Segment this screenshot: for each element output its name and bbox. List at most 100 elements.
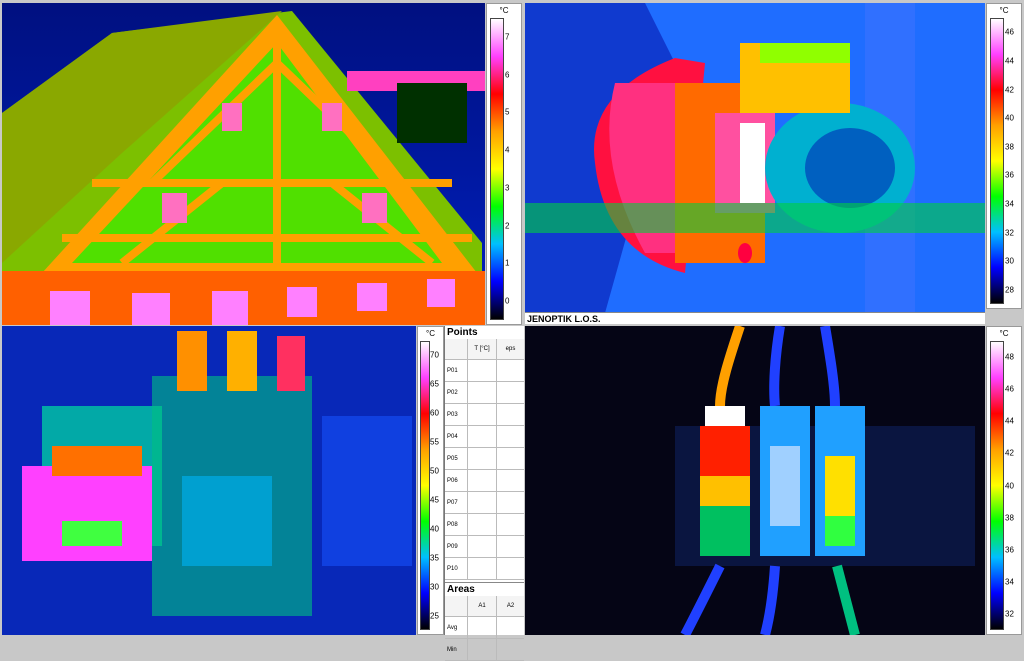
- table-row[interactable]: P07: [445, 492, 524, 514]
- row-label: P05: [445, 448, 468, 469]
- table-row[interactable]: Avg: [445, 617, 524, 639]
- temperature-scale-fuses: °C 48 46 44 42 40 38 36 34 32: [986, 326, 1022, 635]
- column-header: A1: [468, 596, 497, 616]
- value-cell: [497, 639, 524, 660]
- scale-tick-label: 28: [1005, 285, 1014, 295]
- scale-tick-label: 50: [430, 466, 439, 476]
- scale-tick-label: 30: [1005, 256, 1014, 266]
- scale-tick-label: 32: [1005, 609, 1014, 619]
- value-cell: [468, 404, 497, 425]
- scale-tick-label: 4: [505, 145, 510, 155]
- row-label: Min: [445, 639, 468, 660]
- table-row[interactable]: P03: [445, 404, 524, 426]
- value-cell: [468, 558, 497, 579]
- temperature-scale-motor: °C 46 44 42 40 38 36 34 32 30 28: [986, 3, 1022, 309]
- scale-tick-label: 1: [505, 258, 510, 268]
- thermal-image-house: [2, 3, 485, 325]
- scale-tick-label: 5: [505, 107, 510, 117]
- scale-tick-label: 60: [430, 408, 439, 418]
- areas-grid: A1 A2 Avg Min: [445, 596, 524, 661]
- scale-tick-label: 34: [1005, 199, 1014, 209]
- scale-ticks: 70 65 60 55 50 45 40 35 30 25: [428, 341, 443, 630]
- column-header: T [°C]: [468, 339, 497, 359]
- thermal-panel-fuses: [525, 326, 985, 635]
- scale-tick-label: 25: [430, 611, 439, 621]
- scale-tick-label: 70: [430, 350, 439, 360]
- value-cell: [468, 470, 497, 491]
- color-bar: [990, 341, 1004, 630]
- row-label: P07: [445, 492, 468, 513]
- table-row[interactable]: Min: [445, 639, 524, 661]
- scale-tick-label: 46: [1005, 27, 1014, 37]
- table-row[interactable]: P08: [445, 514, 524, 536]
- table-row[interactable]: P06: [445, 470, 524, 492]
- scale-tick-label: 35: [430, 553, 439, 563]
- table-row[interactable]: P05: [445, 448, 524, 470]
- scale-tick-label: 65: [430, 379, 439, 389]
- table-row[interactable]: P10: [445, 558, 524, 580]
- value-cell: [497, 514, 524, 535]
- scale-tick-label: 45: [430, 495, 439, 505]
- scale-tick-label: 0: [505, 296, 510, 306]
- column-header: [445, 339, 468, 359]
- value-cell: [497, 558, 524, 579]
- row-label: P02: [445, 382, 468, 403]
- scale-tick-label: 36: [1005, 545, 1014, 555]
- scale-tick-label: 6: [505, 70, 510, 80]
- value-cell: [468, 426, 497, 447]
- value-cell: [497, 382, 524, 403]
- temperature-scale-switchbox: °C 70 65 60 55 50 45 40 35 30 25: [417, 326, 444, 635]
- thermal-panel-house: [2, 3, 485, 325]
- scale-tick-label: 40: [1005, 113, 1014, 123]
- scale-unit: °C: [499, 6, 509, 15]
- table-row[interactable]: P02: [445, 382, 524, 404]
- thermal-image-fuses: [525, 326, 985, 635]
- scale-tick-label: 3: [505, 183, 510, 193]
- value-cell: [497, 492, 524, 513]
- table-row[interactable]: P04: [445, 426, 524, 448]
- value-cell: [468, 448, 497, 469]
- scale-tick-label: 46: [1005, 384, 1014, 394]
- table-row[interactable]: P09: [445, 536, 524, 558]
- row-label: P04: [445, 426, 468, 447]
- row-label: P09: [445, 536, 468, 557]
- scale-tick-label: 42: [1005, 448, 1014, 458]
- scale-tick-label: 38: [1005, 142, 1014, 152]
- scale-ticks: 46 44 42 40 38 36 34 32 30 28: [1003, 18, 1021, 304]
- scale-tick-label: 44: [1005, 56, 1014, 66]
- temperature-scale-house: °C 7 6 5 4 3 2 1 0: [486, 3, 522, 325]
- value-cell: [468, 639, 497, 660]
- value-cell: [468, 492, 497, 513]
- row-label: P10: [445, 558, 468, 579]
- measurement-table: Points T [°C] eps P01 P02 P03 P04 P05 P06 P07 P08…: [444, 326, 524, 661]
- value-cell: [497, 448, 524, 469]
- scale-tick-label: 42: [1005, 85, 1014, 94]
- thermal-panel-switchbox: [2, 326, 416, 635]
- color-bar: [490, 18, 504, 320]
- value-cell: [497, 470, 524, 491]
- scale-tick-label: 40: [430, 524, 439, 534]
- scale-unit: °C: [999, 329, 1009, 338]
- row-label: P03: [445, 404, 468, 425]
- value-cell: [497, 536, 524, 557]
- scale-ticks: 48 46 44 42 40 38 36 34 32: [1003, 341, 1021, 630]
- camera-brand-label: JENOPTIK L.O.S.: [525, 312, 985, 324]
- value-cell: [468, 360, 497, 381]
- scale-tick-label: 30: [430, 582, 439, 592]
- scale-tick-label: 36: [1005, 170, 1014, 180]
- scale-ticks: 7 6 5 4 3 2 1 0: [503, 18, 521, 320]
- value-cell: [497, 360, 524, 381]
- value-cell: [468, 536, 497, 557]
- color-bar: [990, 18, 1004, 304]
- scale-tick-label: 38: [1005, 513, 1014, 523]
- scale-tick-label: 7: [505, 32, 510, 42]
- scale-tick-label: 44: [1005, 416, 1014, 426]
- value-cell: [468, 514, 497, 535]
- scale-tick-label: 48: [1005, 352, 1014, 362]
- table-row[interactable]: P01: [445, 360, 524, 382]
- column-header: A2: [506, 603, 515, 609]
- row-label: P06: [445, 470, 468, 491]
- value-cell: [468, 382, 497, 403]
- value-cell: [497, 426, 524, 447]
- scale-tick-label: 32: [1005, 228, 1014, 237]
